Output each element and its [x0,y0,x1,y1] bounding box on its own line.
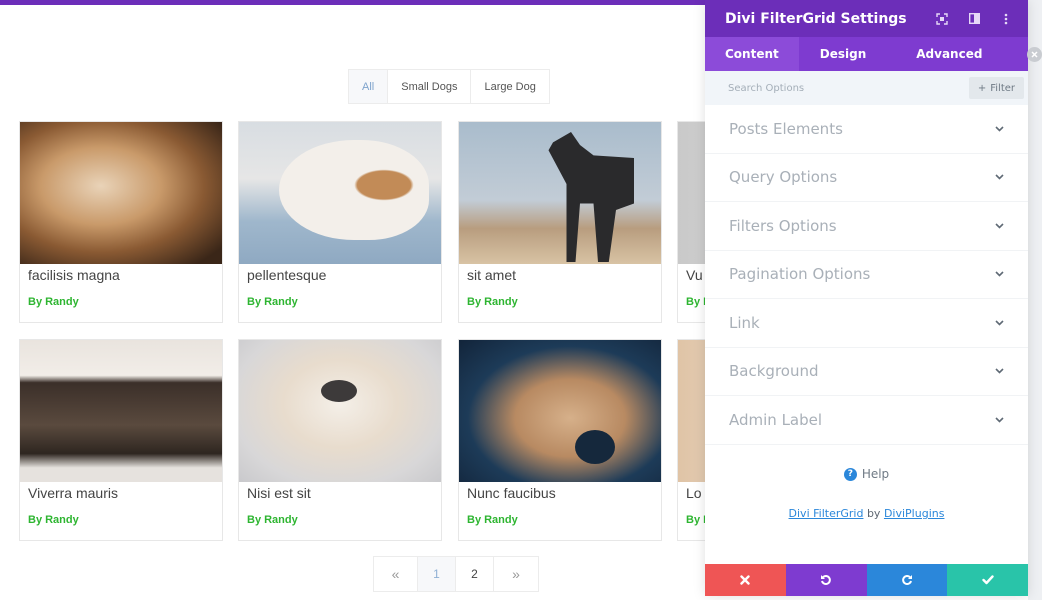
section-label: Link [729,313,760,332]
chevron-down-icon [994,318,1004,328]
section-filters-options[interactable]: Filters Options [705,202,1028,251]
section-label: Background [729,362,819,381]
pagination-next[interactable]: » [494,557,538,591]
section-query-options[interactable]: Query Options [705,154,1028,202]
post-image[interactable] [239,122,441,264]
post-image[interactable] [459,340,661,482]
tab-content[interactable]: Content [705,37,799,71]
close-icon [1031,51,1038,58]
pagination-prev[interactable]: « [374,557,418,591]
post-title[interactable]: Viverra mauris [28,485,118,501]
post-title[interactable]: facilisis magna [28,267,120,283]
more-options-icon[interactable] [990,0,1022,37]
plus-icon: + [977,82,987,94]
post-image[interactable] [459,122,661,264]
page-scrollbar[interactable] [1028,0,1042,600]
post-author[interactable]: By Randy [247,296,298,308]
panel-tabs: Content Design Advanced [705,37,1028,71]
section-posts-elements[interactable]: Posts Elements [705,105,1028,154]
chevron-down-icon [994,415,1004,425]
post-image[interactable] [20,340,222,482]
post-title[interactable]: Nunc faucibus [467,485,556,501]
chevron-down-icon [994,366,1004,376]
filter-options-button[interactable]: + Filter [968,77,1024,99]
options-search-bar: + Filter [705,71,1028,105]
section-label: Query Options [729,168,838,187]
plugin-link[interactable]: Divi FilterGrid [789,507,864,520]
post-author[interactable]: By Randy [28,514,79,526]
tab-advanced[interactable]: Advanced [896,37,1002,71]
split-view-icon[interactable] [958,0,990,37]
credits-by: by [866,507,881,520]
post-title[interactable]: Lo [686,485,702,501]
undo-icon [821,575,831,585]
help-link[interactable]: ? Help [705,467,1028,481]
post-title[interactable]: Nisi est sit [247,485,311,501]
redo-icon [902,575,912,585]
close-icon [740,575,751,585]
chevron-down-icon [994,221,1004,231]
section-label: Pagination Options [729,265,871,284]
chevron-down-icon [994,172,1004,182]
post-author[interactable]: By Randy [467,296,518,308]
post-title[interactable]: sit amet [467,267,516,283]
post-card[interactable]: Viverra mauris By Randy [19,339,223,541]
chevron-down-icon [994,124,1004,134]
post-image[interactable] [239,340,441,482]
pagination: « 1 2 » [373,556,539,592]
post-title[interactable]: pellentesque [247,267,326,283]
search-options-input[interactable] [728,82,969,94]
post-image[interactable] [20,122,222,264]
filter-large-dog[interactable]: Large Dog [471,70,549,103]
post-card[interactable]: facilisis magna By Randy [19,121,223,323]
section-label: Admin Label [729,410,823,429]
filter-small-dogs[interactable]: Small Dogs [388,70,472,103]
section-label: Filters Options [729,216,837,235]
pagination-page-2[interactable]: 2 [456,557,494,591]
filter-label: Filter [990,82,1015,94]
panel-action-bar [705,564,1028,596]
filter-all[interactable]: All [349,70,389,103]
author-link[interactable]: DiviPlugins [884,507,945,520]
plugin-credits: Divi FilterGrid by DiviPlugins [705,507,1028,520]
settings-panel: Divi FilterGrid Settings Content Design … [705,0,1028,596]
undo-button[interactable] [785,564,867,596]
section-background[interactable]: Background [705,348,1028,396]
post-card[interactable]: pellentesque By Randy [238,121,442,323]
help-label: Help [861,467,890,481]
panel-header[interactable]: Divi FilterGrid Settings [705,0,1028,37]
redo-button[interactable] [866,564,948,596]
post-card[interactable]: Nisi est sit By Randy [238,339,442,541]
post-author[interactable]: By Randy [247,514,298,526]
pagination-page-1[interactable]: 1 [418,557,456,591]
section-admin-label[interactable]: Admin Label [705,396,1028,445]
chevron-down-icon [994,269,1004,279]
post-author[interactable]: By Randy [28,296,79,308]
tab-design[interactable]: Design [799,37,897,71]
section-pagination-options[interactable]: Pagination Options [705,251,1028,299]
category-filter-bar: All Small Dogs Large Dog [348,69,550,104]
section-label: Posts Elements [729,119,843,138]
save-button[interactable] [947,564,1028,596]
post-card[interactable]: Nunc faucibus By Randy [458,339,662,541]
check-icon [981,575,994,585]
post-card[interactable]: sit amet By Randy [458,121,662,323]
post-author[interactable]: By Randy [467,514,518,526]
panel-title: Divi FilterGrid Settings [725,10,907,27]
cancel-button[interactable] [705,564,786,596]
expand-icon[interactable] [926,0,958,37]
section-link[interactable]: Link [705,299,1028,348]
post-title[interactable]: Vu [686,267,703,283]
close-panel-button[interactable] [1027,47,1042,62]
question-icon: ? [843,467,857,481]
